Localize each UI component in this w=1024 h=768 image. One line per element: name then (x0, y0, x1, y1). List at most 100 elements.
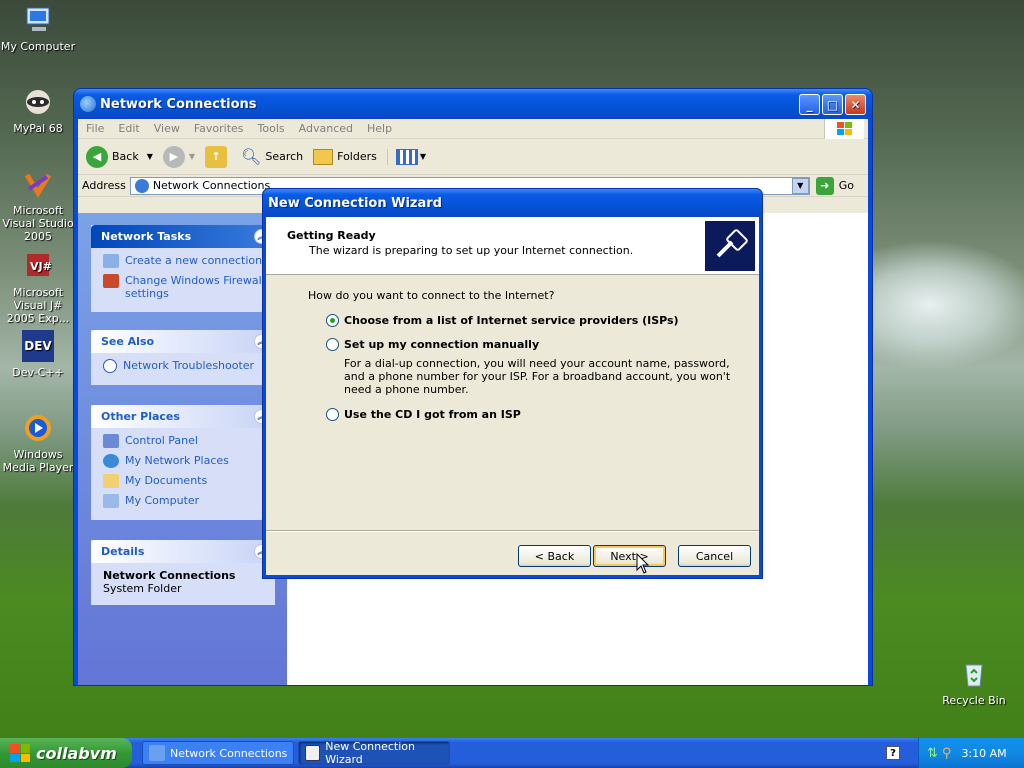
forward-dropdown-icon: ▼ (188, 152, 196, 161)
folders-icon (313, 148, 334, 165)
link-my-computer[interactable]: My Computer (103, 494, 267, 508)
radio-selected[interactable] (326, 314, 339, 327)
menu-tools[interactable]: Tools (258, 122, 285, 135)
option-isp-list[interactable]: Choose from a list of Internet service p… (326, 314, 679, 327)
task-change-firewall[interactable]: Change Windows Firewall settings (103, 274, 267, 300)
control-panel-icon (103, 434, 119, 448)
back-dropdown-icon[interactable]: ▼ (147, 152, 153, 161)
wizard-title: New Connection Wizard (268, 195, 442, 211)
network-cable-icon (705, 221, 755, 271)
menu-view[interactable]: View (154, 122, 180, 135)
link-my-network-places[interactable]: My Network Places (103, 454, 267, 468)
menu-edit[interactable]: Edit (118, 122, 139, 135)
manual-description: For a dial-up connection, you will need … (344, 357, 731, 396)
close-button[interactable]: ✕ (845, 94, 866, 115)
option-manual[interactable]: Set up my connection manually (326, 338, 539, 351)
toolbar: ◀ Back ▼ ▶ ▼ ↑ 🔍︎ Search Folders ▼ (78, 139, 868, 175)
radio-unselected[interactable] (326, 338, 339, 351)
forward-button[interactable]: ▶ ▼ (162, 145, 196, 168)
desktop-icon-visual-jsharp[interactable]: VJ# Microsoft Visual J# 2005 Exp... (0, 250, 76, 325)
views-dropdown-icon: ▼ (419, 152, 427, 161)
link-network-troubleshooter[interactable]: Network Troubleshooter (103, 359, 267, 373)
link-label: My Computer (125, 494, 200, 507)
network-tasks-panel: Network Tasks︽ Create a new connection C… (91, 225, 275, 312)
mouse-cursor-icon (636, 553, 650, 574)
menu-file[interactable]: File (86, 122, 104, 135)
views-button[interactable]: ▼ (386, 148, 427, 165)
next-button[interactable]: Next > (593, 545, 666, 567)
link-label: Network Troubleshooter (123, 359, 255, 372)
panel-header[interactable]: See Also︽ (91, 330, 275, 353)
address-value: Network Connections (152, 179, 271, 192)
computer-icon (103, 494, 119, 508)
panel-header[interactable]: Details︽ (91, 540, 275, 563)
cancel-button[interactable]: Cancel (678, 545, 751, 567)
network-tray-icon[interactable]: ⇅ (927, 746, 938, 761)
up-button[interactable]: ↑ (205, 145, 231, 168)
minimize-button[interactable]: _ (799, 94, 820, 115)
wizard-titlebar[interactable]: New Connection Wizard (263, 189, 762, 217)
computer-icon (21, 4, 55, 36)
desktop-icon-media-player[interactable]: Windows Media Player (0, 412, 76, 474)
desktop-icon-my-computer[interactable]: My Computer (0, 4, 76, 53)
panel-title: Network Tasks (101, 230, 192, 243)
start-button[interactable]: collabvm (0, 738, 132, 768)
task-label: New Connection Wizard (325, 740, 415, 766)
desktop-icon-mypal[interactable]: MyPal 68 (0, 86, 76, 135)
help-icon[interactable]: ? (886, 746, 900, 760)
link-label: My Documents (125, 474, 208, 487)
task-create-connection[interactable]: Create a new connection (103, 254, 267, 268)
panel-title: Other Places (101, 410, 180, 423)
link-control-panel[interactable]: Control Panel (103, 434, 267, 448)
taskbar-item-new-connection-wizard[interactable]: New Connection Wizard (298, 740, 450, 766)
wizard-question: How do you want to connect to the Intern… (308, 289, 555, 302)
clock[interactable]: 3:10 AM (961, 747, 1006, 760)
desktop-icon-recycle-bin[interactable]: Recycle Bin (936, 658, 1012, 707)
back-label: Back (112, 150, 139, 163)
wizard-heading: Getting Ready (287, 229, 376, 242)
task-label: Change Windows Firewall settings (125, 274, 265, 300)
new-connection-wizard-dialog[interactable]: New Connection Wizard Getting Ready The … (262, 188, 763, 579)
panel-title: Details (101, 545, 145, 558)
window-titlebar[interactable]: Network Connections _ □ ✕ (74, 89, 872, 119)
go-label: Go (838, 179, 854, 192)
window-title: Network Connections (100, 96, 257, 112)
maximize-button[interactable]: □ (822, 94, 843, 115)
link-label: Control Panel (125, 434, 198, 447)
folder-up-icon: ↑ (205, 145, 228, 168)
desktop-icon-label: Dev-C++ (12, 366, 64, 379)
search-button[interactable]: 🔍︎ Search (241, 147, 303, 166)
desktop-icon-visual-studio[interactable]: Microsoft Visual Studio 2005 (0, 168, 76, 243)
menu-bar: File Edit View Favorites Tools Advanced … (78, 119, 868, 139)
system-tray: ⇅ ⚲ 3:10 AM (918, 738, 1024, 768)
network-connections-icon (80, 96, 96, 112)
details-type: System Folder (103, 582, 182, 595)
address-dropdown-icon[interactable]: ▼ (791, 177, 809, 194)
panel-header[interactable]: Other Places︽ (91, 405, 275, 428)
other-places-panel: Other Places︽ Control Panel My Network P… (91, 405, 275, 520)
link-my-documents[interactable]: My Documents (103, 474, 267, 488)
info-icon (103, 359, 117, 373)
radio-unselected[interactable] (326, 408, 339, 421)
option-isp-cd[interactable]: Use the CD I got from an ISP (326, 408, 521, 421)
search-tray-icon[interactable]: ⚲ (942, 746, 952, 761)
go-arrow-icon: ➜ (815, 176, 834, 195)
menu-advanced[interactable]: Advanced (299, 122, 353, 135)
search-label: Search (265, 150, 304, 163)
back-button[interactable]: < Back (518, 545, 591, 567)
wizard-subheading: The wizard is preparing to set up your I… (309, 244, 634, 257)
go-button[interactable]: ➜ Go (815, 176, 854, 195)
network-icon (134, 178, 149, 193)
network-places-icon (103, 454, 119, 468)
menu-help[interactable]: Help (367, 122, 392, 135)
details-name: Network Connections (103, 569, 236, 582)
folders-button[interactable]: Folders (313, 148, 377, 165)
link-label: My Network Places (125, 454, 229, 467)
taskbar-item-network-connections[interactable]: Network Connections (142, 741, 294, 765)
back-button[interactable]: ◀ Back ▼ (86, 145, 153, 168)
desktop-icon-dev-cpp[interactable]: DEV Dev-C++ (0, 330, 76, 379)
panel-header[interactable]: Network Tasks︽ (91, 225, 275, 248)
menu-favorites[interactable]: Favorites (194, 122, 244, 135)
windows-logo-icon (824, 119, 864, 139)
documents-icon (103, 474, 119, 488)
